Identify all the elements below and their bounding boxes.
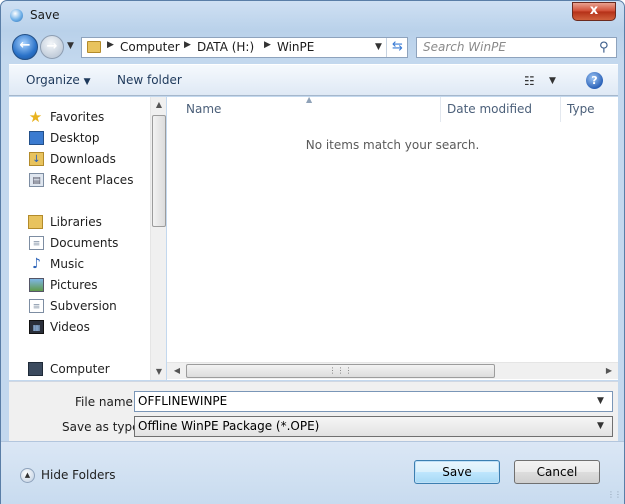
sidebar-item-label: Computer	[50, 362, 110, 376]
view-options-dropdown[interactable]: ▼	[549, 76, 556, 86]
libraries-icon	[28, 215, 43, 229]
downloads-icon: ↓	[29, 152, 44, 166]
chevron-down-icon: ▼	[83, 77, 91, 87]
sidebar-item-recent-places[interactable]: ▤ Recent Places	[9, 170, 149, 190]
search-input[interactable]: Search WinPE ⚲	[416, 37, 617, 58]
forward-button[interactable]: →	[40, 35, 64, 59]
search-icon[interactable]: ⚲	[599, 40, 609, 55]
refresh-button[interactable]: ⇆	[386, 38, 408, 57]
back-arrow-icon: ←	[19, 38, 31, 53]
scrollbar-thumb[interactable]: ⋮⋮⋮	[186, 364, 495, 378]
sidebar-item-label: Documents	[50, 236, 119, 250]
sidebar-item-subversion[interactable]: ≡ Subversion	[9, 296, 149, 316]
scroll-left-icon[interactable]: ◀	[169, 366, 185, 375]
pictures-icon	[29, 278, 44, 292]
sidebar-item-music[interactable]: ♪ Music	[9, 254, 149, 274]
save-form: File name: OFFLINEWINPE ▼ Save as type: …	[9, 381, 618, 441]
desktop-icon	[29, 131, 44, 145]
sidebar-item-label: Videos	[50, 320, 90, 334]
chevron-right-icon[interactable]: ▶	[184, 40, 191, 50]
file-list: ▲ Name Date modified Type No items match…	[167, 95, 618, 380]
documents-icon: ≡	[29, 236, 44, 250]
save-as-type-select[interactable]: Offline WinPE Package (*.OPE) ▼	[134, 416, 613, 437]
sidebar-item-label: Libraries	[50, 215, 102, 229]
sidebar-item-favorites[interactable]: ★ Favorites	[9, 107, 149, 127]
column-header-type[interactable]: Type	[561, 97, 618, 122]
column-header-date-modified[interactable]: Date modified	[441, 97, 561, 122]
title-bar: Save x	[1, 1, 624, 31]
breadcrumb-winpe[interactable]: WinPE	[277, 40, 314, 54]
horizontal-scrollbar[interactable]: ◀ ⋮⋮⋮ ▶	[167, 362, 618, 379]
scrollbar-thumb[interactable]	[152, 115, 166, 227]
help-icon[interactable]: ?	[586, 72, 603, 89]
dialog-footer: ▲ Hide Folders Save Cancel ⋮⋮	[1, 441, 624, 504]
sidebar-item-downloads[interactable]: ↓ Downloads	[9, 149, 149, 169]
scroll-up-icon[interactable]: ▲	[151, 100, 167, 109]
sidebar-item-videos[interactable]: ▦ Videos	[9, 317, 149, 337]
sidebar-scrollbar[interactable]: ▲ ▼	[150, 97, 166, 380]
sidebar-item-label: Favorites	[50, 110, 105, 124]
command-bar: Organize ▼ New folder ☷ ▼ ?	[9, 64, 618, 96]
sidebar-item-label: Recent Places	[50, 173, 134, 187]
file-name-dropdown[interactable]: ▼	[597, 396, 604, 406]
sidebar-item-label: Desktop	[50, 131, 100, 145]
save-button[interactable]: Save	[414, 460, 500, 484]
resize-grip-icon[interactable]: ⋮⋮	[607, 490, 622, 499]
sidebar-item-label: Pictures	[50, 278, 98, 292]
forward-arrow-icon: →	[46, 39, 58, 54]
save-dialog-icon	[10, 9, 23, 22]
save-as-type-value: Offline WinPE Package (*.OPE)	[138, 419, 320, 433]
navigation-bar: ← → ▼ ▶ Computer ▶ DATA (H:) ▶ WinPE ▼ ⇆…	[9, 32, 618, 62]
folder-icon	[87, 41, 101, 53]
save-dialog: Save x ← → ▼ ▶ Computer ▶ DATA (H:) ▶ Wi…	[0, 0, 625, 504]
organize-label: Organize	[26, 73, 80, 87]
window-title: Save	[30, 8, 60, 22]
sidebar-item-pictures[interactable]: Pictures	[9, 275, 149, 295]
back-button[interactable]: ←	[12, 34, 38, 60]
computer-icon	[28, 362, 43, 376]
column-header-name[interactable]: Name	[167, 97, 441, 122]
sidebar-item-documents[interactable]: ≡ Documents	[9, 233, 149, 253]
chevron-down-icon: ▼	[597, 421, 604, 431]
sidebar-item-libraries[interactable]: Libraries	[9, 212, 149, 232]
organize-button[interactable]: Organize ▼	[26, 73, 91, 87]
navigation-pane: ★ Favorites Desktop ↓ Downloads ▤ Recent…	[9, 97, 166, 380]
address-bar[interactable]: ▶ Computer ▶ DATA (H:) ▶ WinPE ▼ ⇆	[81, 37, 408, 58]
subversion-icon: ≡	[29, 299, 44, 313]
new-folder-button[interactable]: New folder	[117, 73, 182, 87]
file-name-label: File name:	[75, 395, 137, 409]
change-view-icon[interactable]: ☷	[524, 74, 535, 88]
save-as-type-label: Save as type:	[62, 420, 144, 434]
close-button[interactable]: x	[572, 2, 616, 21]
breadcrumb-data-drive[interactable]: DATA (H:)	[197, 40, 254, 54]
favorites-star-icon: ★	[28, 108, 43, 126]
chevron-right-icon[interactable]: ▶	[107, 40, 114, 50]
videos-icon: ▦	[29, 320, 44, 334]
search-placeholder: Search WinPE	[423, 40, 506, 54]
refresh-icon: ⇆	[392, 39, 403, 54]
empty-message: No items match your search.	[305, 138, 480, 152]
address-dropdown-button[interactable]: ▼	[375, 42, 382, 52]
recent-places-icon: ▤	[29, 173, 44, 187]
music-icon: ♪	[32, 256, 41, 272]
scroll-right-icon[interactable]: ▶	[601, 366, 617, 375]
sidebar-item-label: Music	[50, 257, 85, 271]
scroll-down-icon[interactable]: ▼	[151, 367, 167, 376]
sidebar-item-computer[interactable]: Computer	[9, 359, 149, 379]
cancel-button[interactable]: Cancel	[514, 460, 600, 484]
chevron-right-icon[interactable]: ▶	[264, 40, 271, 50]
sidebar-item-desktop[interactable]: Desktop	[9, 128, 149, 148]
file-name-value: OFFLINEWINPE	[138, 394, 228, 408]
breadcrumb-computer[interactable]: Computer	[120, 40, 180, 54]
sidebar-item-label: Downloads	[50, 152, 116, 166]
file-name-field[interactable]: OFFLINEWINPE ▼	[134, 391, 613, 412]
chevron-up-icon: ▲	[20, 468, 35, 483]
hide-folders-label: Hide Folders	[41, 468, 116, 482]
sidebar-item-label: Subversion	[50, 299, 117, 313]
recent-pages-dropdown[interactable]: ▼	[67, 41, 74, 51]
